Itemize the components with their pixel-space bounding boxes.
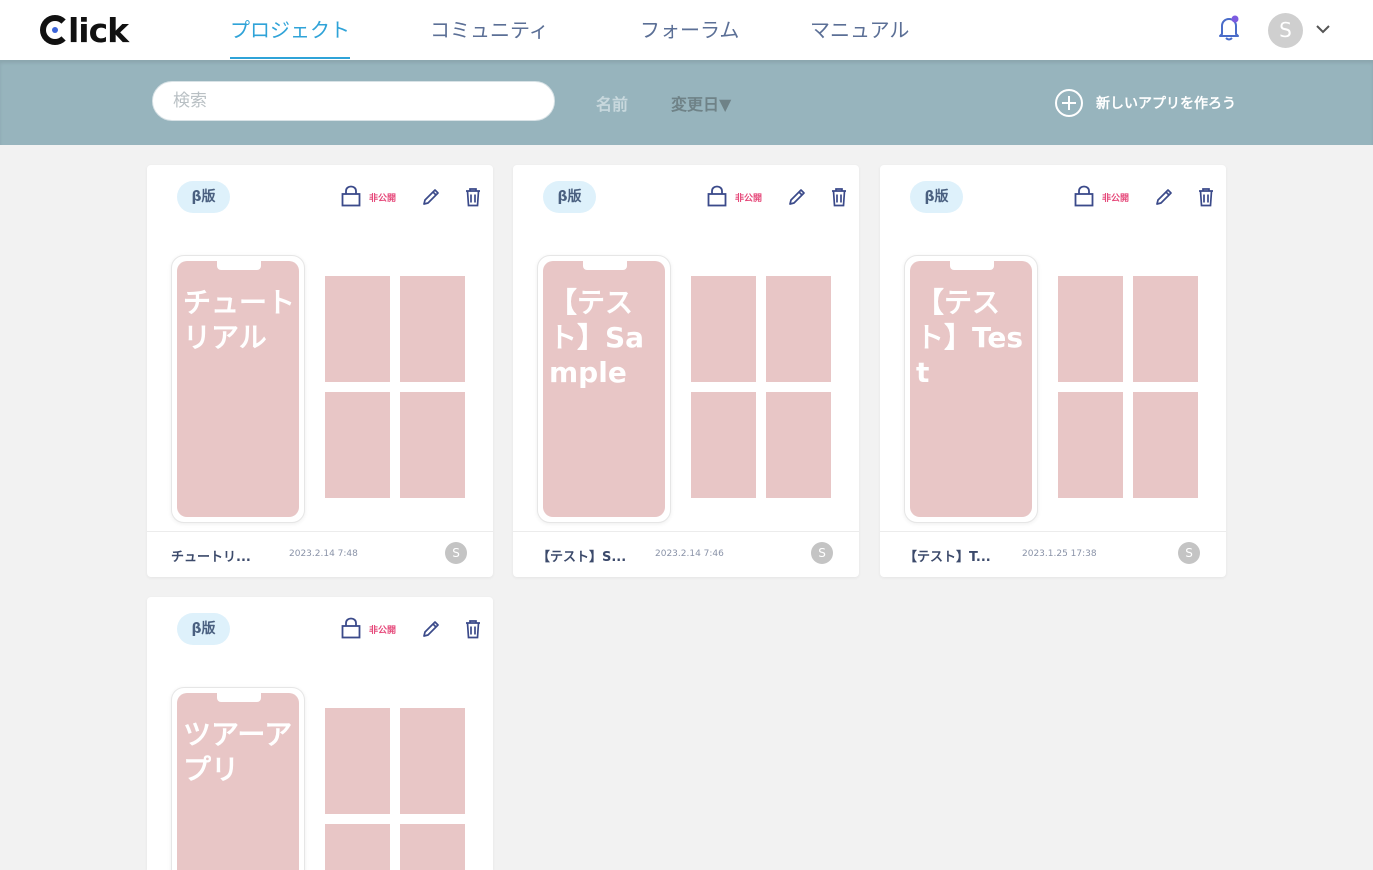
- chevron-down-icon[interactable]: [1314, 20, 1332, 38]
- beta-badge: β版: [543, 181, 596, 213]
- preview-tile: [400, 824, 465, 870]
- project-toolbar: 名前 変更日▼ 新しいアプリを作ろう: [0, 60, 1373, 145]
- edit-pencil-icon[interactable]: [421, 187, 441, 207]
- lock-icon[interactable]: [341, 185, 361, 207]
- preview-tile: [1133, 276, 1198, 382]
- sort-by-name[interactable]: 名前: [596, 91, 628, 115]
- nav-manual[interactable]: マニュアル: [810, 0, 909, 60]
- owner-avatar: S: [811, 542, 833, 564]
- project-name[interactable]: 【テスト】S...: [537, 546, 629, 565]
- nav-community[interactable]: コミュニティ: [430, 0, 549, 60]
- user-avatar[interactable]: S: [1268, 13, 1303, 48]
- project-card[interactable]: β版 非公開 ツアーアプリ: [147, 597, 493, 870]
- search-input[interactable]: [152, 81, 555, 121]
- project-name[interactable]: チュートリ...: [171, 546, 263, 565]
- modified-date: 2023.1.25 17:38: [1022, 549, 1097, 559]
- app-preview-screen: 【テスト】Test: [910, 261, 1032, 517]
- logo-mark-icon: [40, 15, 70, 45]
- preview-title: チュートリアル: [183, 286, 296, 354]
- app-preview-screen: ツアーアプリ: [177, 693, 299, 870]
- logo-text: lick: [68, 10, 129, 50]
- beta-badge: β版: [910, 181, 963, 213]
- visibility-label: 非公開: [369, 194, 397, 204]
- preview-tile: [1058, 276, 1123, 382]
- owner-avatar: S: [445, 542, 467, 564]
- preview-tile: [766, 392, 831, 498]
- phone-notch: [217, 693, 261, 702]
- preview-tile: [400, 392, 465, 498]
- card-footer: 【テスト】S... 2023.2.14 7:46 S: [513, 531, 859, 577]
- project-card[interactable]: β版 非公開 【テスト】Sample 【テスト】S... 2023.2.14 7…: [513, 165, 859, 577]
- owner-avatar: S: [1178, 542, 1200, 564]
- app-preview-phone: 【テスト】Test: [904, 255, 1038, 523]
- click-logo[interactable]: lick: [40, 10, 129, 50]
- nav-forum[interactable]: フォーラム: [640, 0, 739, 60]
- app-preview-phone: 【テスト】Sample: [537, 255, 671, 523]
- preview-tile: [325, 392, 390, 498]
- preview-tile: [400, 708, 465, 814]
- new-app-label: 新しいアプリを作ろう: [1096, 96, 1236, 112]
- preview-tile: [325, 824, 390, 870]
- trash-icon[interactable]: [464, 619, 482, 639]
- preview-tile: [400, 276, 465, 382]
- preview-tile: [1133, 392, 1198, 498]
- preview-title: 【テスト】Test: [916, 286, 1024, 389]
- app-preview-phone: チュートリアル: [171, 255, 305, 523]
- app-preview-screen: 【テスト】Sample: [543, 261, 665, 517]
- new-app-button[interactable]: 新しいアプリを作ろう: [1054, 88, 1236, 118]
- edit-pencil-icon[interactable]: [1154, 187, 1174, 207]
- preview-title: ツアーアプリ: [183, 718, 293, 786]
- nav-projects[interactable]: プロジェクト: [230, 0, 350, 60]
- project-card[interactable]: β版 非公開 チュートリアル チュートリ... 2023.2.14 7:48 S: [147, 165, 493, 577]
- card-footer: チュートリ... 2023.2.14 7:48 S: [147, 531, 493, 577]
- modified-date: 2023.2.14 7:48: [289, 549, 358, 559]
- trash-icon[interactable]: [830, 187, 848, 207]
- project-card[interactable]: β版 非公開 【テスト】Test 【テスト】T... 2023.1.25 17:…: [880, 165, 1226, 577]
- project-name[interactable]: 【テスト】T...: [904, 546, 996, 565]
- visibility-label: 非公開: [735, 194, 763, 204]
- sort-by-date[interactable]: 変更日▼: [671, 91, 731, 115]
- preview-tile: [766, 276, 831, 382]
- preview-tile: [1058, 392, 1123, 498]
- preview-tile: [325, 708, 390, 814]
- plus-circle-icon: [1055, 89, 1083, 117]
- phone-notch: [950, 261, 994, 270]
- app-preview-screen: チュートリアル: [177, 261, 299, 517]
- card-footer: 【テスト】T... 2023.1.25 17:38 S: [880, 531, 1226, 577]
- trash-icon[interactable]: [464, 187, 482, 207]
- visibility-label: 非公開: [1102, 194, 1130, 204]
- preview-tile: [325, 276, 390, 382]
- preview-title: 【テスト】Sample: [549, 286, 645, 389]
- visibility-label: 非公開: [369, 626, 397, 636]
- beta-badge: β版: [177, 181, 230, 213]
- top-navigation-bar: lick プロジェクト コミュニティ フォーラム マニュアル S: [0, 0, 1373, 60]
- app-preview-phone: ツアーアプリ: [171, 687, 305, 870]
- lock-icon[interactable]: [707, 185, 727, 207]
- edit-pencil-icon[interactable]: [421, 619, 441, 639]
- trash-icon[interactable]: [1197, 187, 1215, 207]
- modified-date: 2023.2.14 7:46: [655, 549, 724, 559]
- notification-bell-icon[interactable]: [1216, 14, 1242, 42]
- phone-notch: [217, 261, 261, 270]
- lock-icon[interactable]: [1074, 185, 1094, 207]
- phone-notch: [583, 261, 627, 270]
- edit-pencil-icon[interactable]: [787, 187, 807, 207]
- beta-badge: β版: [177, 613, 230, 645]
- preview-tile: [691, 276, 756, 382]
- preview-tile: [691, 392, 756, 498]
- lock-icon[interactable]: [341, 617, 361, 639]
